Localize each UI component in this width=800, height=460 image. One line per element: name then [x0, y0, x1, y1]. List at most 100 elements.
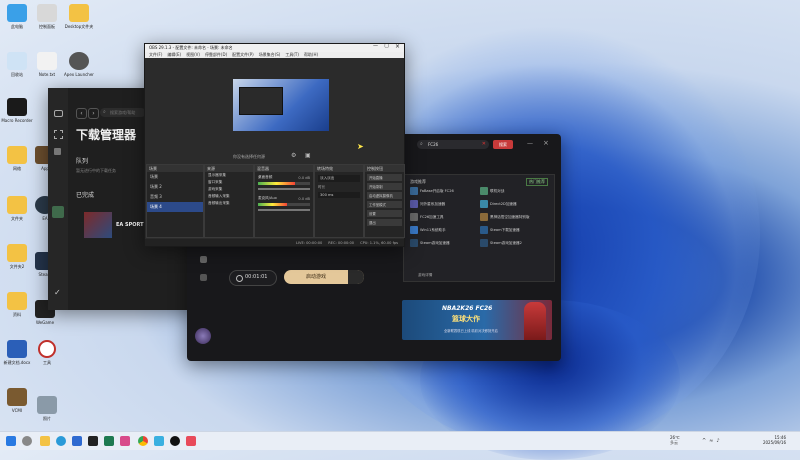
mail-icon[interactable]: [104, 436, 114, 446]
record-icon: [236, 275, 243, 282]
photos-icon[interactable]: [154, 436, 164, 446]
back-button[interactable]: ‹: [76, 108, 87, 119]
search-icon[interactable]: [22, 436, 32, 446]
browser-icon[interactable]: [56, 436, 66, 446]
tray-icons: ^≈♪: [702, 438, 723, 444]
volume-icon[interactable]: ♪: [716, 438, 722, 444]
scene-item[interactable]: 场景 2: [147, 182, 203, 192]
grid-icon[interactable]: [54, 130, 63, 139]
close-icon[interactable]: ×: [543, 139, 549, 147]
lock-icon[interactable]: [54, 148, 61, 155]
library-icon[interactable]: [200, 274, 207, 281]
game-item[interactable]: 联机对战: [480, 187, 550, 195]
menu-help[interactable]: 帮助(H): [304, 52, 318, 58]
game-item[interactable]: Direct2D加速器: [480, 200, 550, 208]
gear-icon[interactable]: ⚙: [291, 152, 296, 159]
game-item[interactable]: FaBase开启版 FC26: [410, 187, 480, 195]
game-item[interactable]: 黑神话悟空加速器特别版: [480, 213, 550, 221]
minimize-icon[interactable]: —: [373, 43, 378, 49]
game-icon[interactable]: [186, 436, 196, 446]
launcher-search[interactable]: ⌕ FC26 ✕: [417, 140, 489, 149]
avatar[interactable]: [195, 328, 211, 344]
controller-icon[interactable]: [200, 256, 207, 263]
library-toggle-icon[interactable]: [348, 270, 364, 284]
game-item[interactable]: 河外星系加速器: [410, 200, 480, 208]
game-item[interactable]: Win11系统助手: [410, 226, 480, 234]
start-icon[interactable]: [6, 436, 16, 446]
studio-mode-button[interactable]: 工作室模式: [367, 201, 402, 208]
desktop-icon[interactable]: 此电脑: [2, 4, 32, 30]
scene-item[interactable]: 音频 3: [147, 192, 203, 202]
transition-select[interactable]: 淡入淡出: [318, 175, 360, 182]
settings-button[interactable]: 设置: [367, 210, 402, 217]
source-item[interactable]: 游戏采集: [205, 186, 253, 193]
close-icon[interactable]: ×: [395, 43, 400, 50]
source-item[interactable]: 音频输出采集: [205, 200, 253, 207]
game-thumb-icon[interactable]: [52, 206, 64, 218]
launcher-search-button[interactable]: 搜索: [493, 140, 513, 149]
mouse-cursor-icon: ➤: [357, 142, 364, 151]
forward-button[interactable]: ›: [88, 108, 99, 119]
desktop-icon[interactable]: Macro Recorder: [1, 98, 33, 123]
desktop-icon[interactable]: 网络: [2, 146, 32, 172]
desktop-icon[interactable]: 照片: [32, 396, 62, 422]
start-streaming-button[interactable]: 开始直播: [367, 174, 402, 181]
level-meter-fill: [258, 203, 287, 206]
terminal-icon[interactable]: [88, 436, 98, 446]
menu-profile[interactable]: 配置文件(P): [232, 52, 254, 58]
volume-slider[interactable]: [258, 209, 310, 211]
duration-input[interactable]: 300 ms: [318, 192, 360, 198]
weather-widget[interactable]: 26℃ 多云: [670, 435, 680, 446]
virtual-camera-button[interactable]: 启动虚拟摄像机: [367, 192, 402, 199]
obs-preview[interactable]: [233, 79, 329, 131]
game-item[interactable]: Steam下载加速器: [480, 226, 550, 234]
promo-banner[interactable]: NBA2K26 FC26 篮球大作 全新联赛现已上线 精彩对决即刻开启: [402, 300, 552, 340]
filter-icon[interactable]: ▣: [305, 152, 311, 159]
volume-slider[interactable]: [258, 188, 310, 190]
menu-docks[interactable]: 停靠部件(D): [205, 52, 227, 58]
source-item[interactable]: 显示器采集: [205, 172, 253, 179]
desktop-icon[interactable]: 资料: [2, 292, 32, 318]
window-icon[interactable]: [54, 110, 63, 117]
game-item[interactable]: FC26加速工具: [410, 213, 480, 221]
desktop-icon[interactable]: 文件夹: [2, 196, 32, 222]
desktop-icon[interactable]: 文件夹2: [2, 244, 32, 270]
tiktok-icon[interactable]: [170, 436, 180, 446]
scene-item[interactable]: 场景: [147, 172, 203, 182]
store-icon[interactable]: [72, 436, 82, 446]
banner-tagline: 全新联赛现已上线 精彩对决即刻开启: [444, 329, 498, 333]
menu-tools[interactable]: 工具(T): [285, 52, 299, 58]
source-item[interactable]: 音频输入采集: [205, 193, 253, 200]
game-item[interactable]: Steam游戏加速器2: [480, 239, 550, 247]
menu-edit[interactable]: 编辑(E): [167, 52, 181, 58]
scene-item-selected[interactable]: 场景 4: [147, 202, 203, 212]
more-link[interactable]: 游戏详情: [418, 273, 432, 278]
app-icon[interactable]: [120, 436, 130, 446]
minimize-icon[interactable]: —: [527, 140, 533, 147]
chrome-icon[interactable]: [138, 436, 148, 446]
start-recording-button[interactable]: 开始录制: [367, 183, 402, 190]
clear-icon[interactable]: ✕: [482, 141, 486, 147]
menu-view[interactable]: 视图(V): [186, 52, 200, 58]
game-item[interactable]: Steam游戏加速器: [410, 239, 480, 247]
desktop-icon[interactable]: Desktop文件夹: [64, 4, 94, 30]
start-game-button[interactable]: 启动游戏: [284, 270, 364, 284]
desktop-icon[interactable]: 工具: [32, 340, 62, 366]
clock[interactable]: 15:46 2025/09/16: [754, 435, 786, 445]
source-item[interactable]: 窗口采集: [205, 179, 253, 186]
file-explorer-icon[interactable]: [40, 436, 50, 446]
desktop-icon[interactable]: 控制面板: [32, 4, 62, 30]
desktop-icon[interactable]: VCMI: [2, 388, 32, 413]
exit-button[interactable]: 退出: [367, 219, 402, 226]
desktop-icon[interactable]: Apex Launcher: [64, 52, 94, 77]
desktop-icon[interactable]: 回收站: [2, 52, 32, 78]
desktop-icon[interactable]: Note.txt: [32, 52, 62, 77]
menu-scene-collection[interactable]: 场景集合(S): [259, 52, 281, 58]
maximize-icon[interactable]: ▢: [384, 43, 389, 49]
check-icon[interactable]: ✓: [54, 288, 61, 297]
search-input[interactable]: ⌕ 搜索游戏/帮助: [100, 108, 146, 117]
menu-file[interactable]: 文件(F): [149, 52, 162, 58]
search-icon: ⌕: [103, 109, 106, 115]
tag-badge[interactable]: 热门推荐: [526, 178, 548, 186]
desktop-icon[interactable]: 新建文档.docx: [2, 340, 32, 366]
